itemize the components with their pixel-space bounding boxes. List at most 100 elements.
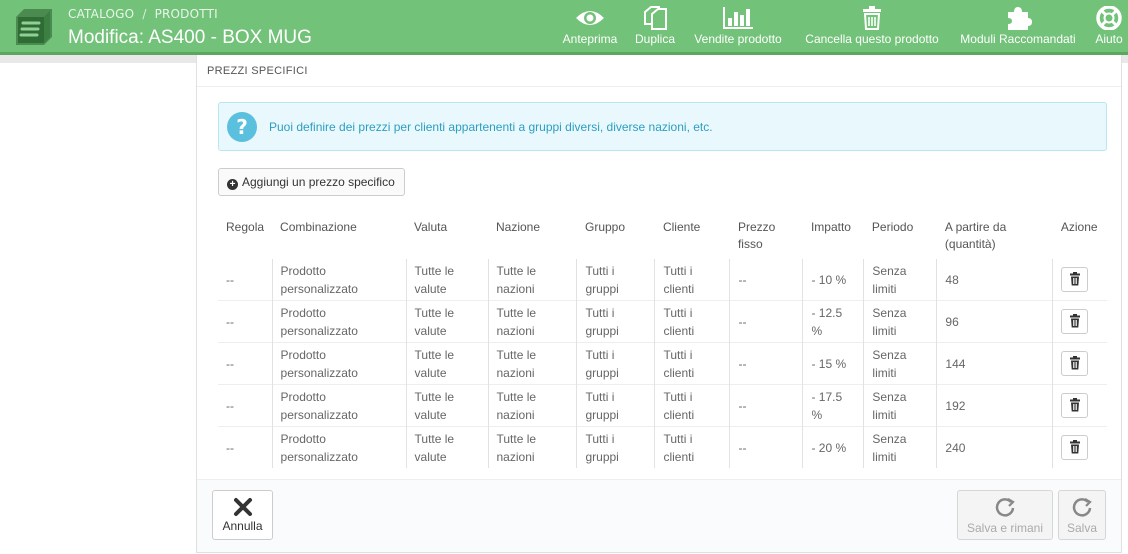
cell-fixed-price: -- — [729, 300, 803, 343]
cell-fixed-price: -- — [729, 259, 803, 301]
breadcrumb-separator: / — [142, 7, 147, 21]
table-row: -- Prodotto personalizzato Tutte le valute… — [218, 426, 1107, 468]
preview-button[interactable]: Anteprima — [559, 6, 621, 46]
header-impact: Impatto — [810, 220, 851, 234]
cell-customer: Tutti i clienti — [654, 426, 730, 468]
info-alert: ? Puoi definire dei prezzi per clienti a… — [218, 102, 1107, 151]
cell-currency: Tutte le valute — [405, 384, 488, 427]
product-sales-label: Vendite prodotto — [694, 32, 782, 46]
help-button[interactable]: Aiuto — [1090, 6, 1128, 46]
cell-from-quantity: 192 — [936, 384, 1053, 427]
cell-period: Senza limiti — [863, 259, 937, 301]
cell-from-quantity: 144 — [936, 342, 1053, 385]
cancel-label: Annulla — [222, 519, 263, 533]
trash-icon — [1069, 356, 1080, 370]
puzzle-icon — [1008, 7, 1032, 30]
cell-period: Senza limiti — [863, 426, 937, 468]
refresh-icon — [1072, 498, 1092, 517]
trash-icon — [1069, 440, 1080, 454]
specific-prices-panel: PREZZI SPECIFICI ? Puoi definire dei pre… — [196, 55, 1122, 553]
delete-product-button[interactable]: Cancella questo prodotto — [800, 6, 944, 46]
cell-from-quantity: 240 — [936, 426, 1053, 468]
save-label: Salva — [1066, 521, 1098, 535]
cell-currency: Tutte le valute — [405, 259, 488, 301]
save-and-stay-button[interactable]: Salva e rimani — [957, 490, 1053, 540]
cell-from-quantity: 48 — [936, 259, 1053, 301]
cell-action — [1052, 342, 1107, 385]
cell-impact: - 15 % — [802, 342, 864, 385]
cell-currency: Tutte le valute — [405, 300, 488, 343]
cell-rule: -- — [218, 342, 273, 385]
cell-group: Tutti i gruppi — [576, 259, 655, 301]
cell-rule: -- — [218, 384, 273, 427]
preview-label: Anteprima — [562, 32, 618, 46]
add-specific-price-label: Aggiungi un prezzo specifico — [242, 175, 395, 189]
cell-action — [1052, 300, 1107, 343]
cell-combination: Prodotto personalizzato — [271, 342, 407, 385]
cell-rule: -- — [218, 426, 273, 468]
bar-chart-icon — [723, 7, 753, 29]
cell-fixed-price: -- — [729, 342, 803, 385]
cell-period: Senza limiti — [863, 342, 937, 385]
cell-period: Senza limiti — [863, 384, 937, 427]
page-title: Modifica: AS400 - BOX MUG — [68, 27, 312, 48]
delete-row-button[interactable] — [1061, 309, 1089, 334]
save-button[interactable]: Salva — [1058, 490, 1106, 540]
duplicate-button[interactable]: Duplica — [632, 6, 678, 46]
table-row: -- Prodotto personalizzato Tutte le valute… — [218, 384, 1107, 427]
specific-prices-table: Regola Combinazione Valuta Nazione Grupp… — [218, 211, 1107, 468]
header-currency: Valuta — [414, 220, 448, 234]
cell-group: Tutti i gruppi — [576, 384, 655, 427]
delete-row-button[interactable] — [1061, 267, 1089, 292]
delete-row-button[interactable] — [1061, 393, 1089, 418]
cell-country: Tutte le nazioni — [487, 300, 577, 343]
refresh-icon — [995, 498, 1015, 517]
product-sales-button[interactable]: Vendite prodotto — [688, 6, 788, 46]
cell-combination: Prodotto personalizzato — [271, 259, 407, 301]
cell-customer: Tutti i clienti — [654, 342, 730, 385]
table-header-row: Regola Combinazione Valuta Nazione Grupp… — [218, 211, 1107, 259]
header-action: Azione — [1060, 220, 1098, 234]
delete-row-button[interactable] — [1061, 351, 1089, 376]
cell-action — [1052, 384, 1107, 427]
cell-country: Tutte le nazioni — [487, 259, 577, 301]
add-specific-price-button[interactable]: + Aggiungi un prezzo specifico — [218, 168, 405, 196]
cell-currency: Tutte le valute — [405, 426, 488, 468]
trash-icon — [863, 6, 881, 30]
recommended-modules-button[interactable]: Moduli Raccomandati — [956, 6, 1080, 46]
cell-impact: - 17.5 % — [802, 384, 864, 427]
cell-country: Tutte le nazioni — [487, 342, 577, 385]
breadcrumb-item-products[interactable]: PRODOTTI — [155, 7, 218, 21]
info-alert-text: Puoi definire dei prezzi per clienti app… — [269, 120, 713, 134]
header-period: Periodo — [871, 220, 914, 234]
duplicate-label: Duplica — [634, 32, 676, 46]
cancel-button[interactable]: Annulla — [212, 490, 273, 540]
recommended-modules-label: Moduli Raccomandati — [960, 32, 1076, 46]
panel-heading: PREZZI SPECIFICI — [207, 65, 308, 77]
cell-fixed-price: -- — [729, 426, 803, 468]
cell-fixed-price: -- — [729, 384, 803, 427]
table-row: -- Prodotto personalizzato Tutte le valute… — [218, 259, 1107, 301]
page-header: CATALOGO / PRODOTTI Modifica: AS400 - BOX … — [0, 0, 1128, 55]
breadcrumb-item-catalog[interactable]: CATALOGO — [68, 7, 134, 21]
cell-from-quantity: 96 — [936, 300, 1053, 343]
header-combination: Combinazione — [280, 220, 357, 234]
heading-divider — [197, 86, 1121, 87]
help-label: Aiuto — [1095, 32, 1123, 46]
header-rule: Regola — [226, 220, 265, 234]
delete-row-button[interactable] — [1061, 435, 1089, 460]
cell-group: Tutti i gruppi — [576, 342, 655, 385]
cell-country: Tutte le nazioni — [487, 426, 577, 468]
question-icon: ? — [227, 112, 257, 142]
save-and-stay-label: Salva e rimani — [966, 521, 1044, 535]
header-customer: Cliente — [662, 220, 701, 234]
cell-action — [1052, 426, 1107, 468]
cell-combination: Prodotto personalizzato — [271, 426, 407, 468]
cell-combination: Prodotto personalizzato — [271, 300, 407, 343]
cell-group: Tutti i gruppi — [576, 300, 655, 343]
cell-impact: - 10 % — [802, 259, 864, 301]
cell-rule: -- — [226, 272, 234, 287]
trash-icon — [1069, 272, 1080, 286]
plus-circle-icon: + — [227, 179, 238, 190]
cell-customer: Tutti i clienti — [654, 384, 730, 427]
